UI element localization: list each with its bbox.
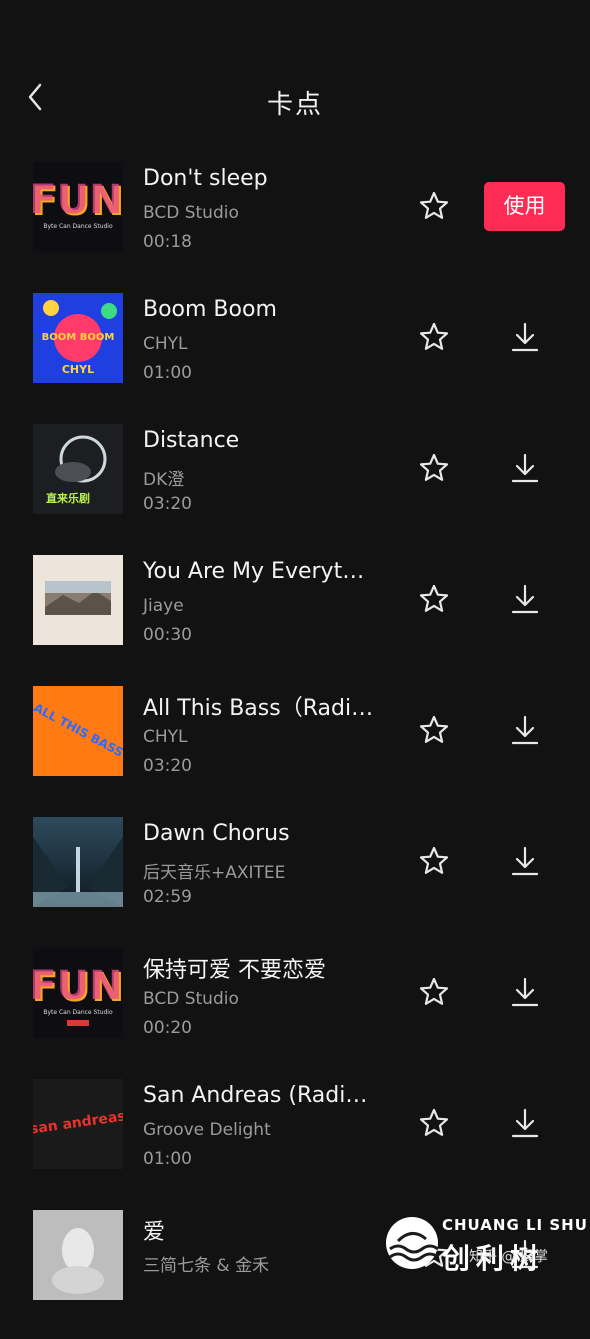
svg-text:Byte Can Dance Studio: Byte Can Dance Studio xyxy=(43,1009,113,1016)
star-icon xyxy=(419,1108,449,1136)
song-row[interactable]: FUN FUN Byte Can Dance Studio Don't slee… xyxy=(0,160,590,291)
song-row[interactable]: Dawn Chorus 后天音乐+AXITEE 02:59 xyxy=(0,815,590,946)
song-title: San Andreas (Radio... xyxy=(143,1083,378,1108)
song-list: FUN FUN Byte Can Dance Studio Don't slee… xyxy=(0,160,590,1339)
album-cover: ALL THIS BASS xyxy=(33,686,123,776)
watermark-top-text: CHUANG LI SHU xyxy=(442,1216,588,1234)
watermark-small-text: 知乎 @ 辰掌 xyxy=(469,1249,548,1265)
favorite-button[interactable] xyxy=(418,714,450,746)
song-artist: BCD Studio xyxy=(143,989,239,1009)
svg-text:FUN: FUN xyxy=(33,177,123,223)
star-icon xyxy=(419,453,449,481)
song-duration: 03:20 xyxy=(143,756,192,776)
song-duration: 02:59 xyxy=(143,887,192,907)
song-title: 保持可爱 不要恋爱 xyxy=(143,958,326,983)
song-artist: 后天音乐+AXITEE xyxy=(143,863,286,883)
album-cover: FUN FUN Byte Can Dance Studio xyxy=(33,162,123,252)
song-artist: CHYL xyxy=(143,334,188,354)
svg-text:Byte Can Dance Studio: Byte Can Dance Studio xyxy=(43,223,113,230)
favorite-button[interactable] xyxy=(418,976,450,1008)
song-duration: 00:20 xyxy=(143,1018,192,1038)
download-button[interactable] xyxy=(509,845,541,877)
download-icon xyxy=(511,977,539,1007)
download-button[interactable] xyxy=(509,1107,541,1139)
svg-text:直来乐剧: 直来乐剧 xyxy=(46,491,90,505)
song-artist: BCD Studio xyxy=(143,203,239,223)
download-icon xyxy=(511,1108,539,1138)
header: 卡点 xyxy=(0,0,590,160)
svg-text:BOOM BOOM: BOOM BOOM xyxy=(42,332,115,343)
download-button[interactable] xyxy=(509,976,541,1008)
song-row[interactable]: san andreas San Andreas (Radio... Groove… xyxy=(0,1077,590,1208)
favorite-button[interactable] xyxy=(418,1107,450,1139)
download-icon xyxy=(511,715,539,745)
download-button[interactable] xyxy=(509,583,541,615)
download-icon xyxy=(511,453,539,483)
song-duration: 00:18 xyxy=(143,232,192,252)
album-cover xyxy=(33,817,123,907)
favorite-button[interactable] xyxy=(418,452,450,484)
svg-text:CHYL: CHYL xyxy=(62,363,94,376)
star-icon xyxy=(419,584,449,612)
song-duration: 01:00 xyxy=(143,363,192,383)
star-icon xyxy=(419,846,449,874)
download-button[interactable] xyxy=(509,714,541,746)
song-title: Distance xyxy=(143,428,240,453)
song-artist: CHYL xyxy=(143,727,188,747)
download-icon xyxy=(511,322,539,352)
star-icon xyxy=(419,715,449,743)
star-icon xyxy=(419,977,449,1005)
song-duration: 03:20 xyxy=(143,494,192,514)
star-icon xyxy=(419,191,449,219)
song-row[interactable]: You Are My Everythin... Jiaye 00:30 xyxy=(0,553,590,684)
album-cover: BOOM BOOM CHYL xyxy=(33,293,123,383)
song-title: Boom Boom xyxy=(143,297,277,322)
download-icon xyxy=(511,846,539,876)
song-artist: DK澄 xyxy=(143,470,185,490)
star-icon xyxy=(419,322,449,350)
use-button[interactable]: 使用 xyxy=(484,182,565,231)
song-artist: Jiaye xyxy=(143,596,184,616)
song-artist: 三简七条 & 金禾 xyxy=(143,1256,270,1276)
album-cover xyxy=(33,1210,123,1300)
album-cover xyxy=(33,555,123,645)
song-title: Don't sleep xyxy=(143,166,268,191)
song-row[interactable]: BOOM BOOM CHYL Boom Boom CHYL 01:00 xyxy=(0,291,590,422)
favorite-button[interactable] xyxy=(418,845,450,877)
download-button[interactable] xyxy=(509,321,541,353)
download-icon xyxy=(511,584,539,614)
download-button[interactable] xyxy=(509,452,541,484)
watermark: CHUANG LI SHU 创利树 知乎 @ 辰掌 xyxy=(384,1213,590,1280)
song-row[interactable]: ALL THIS BASS All This Bass（Radio... CHY… xyxy=(0,684,590,815)
favorite-button[interactable] xyxy=(418,321,450,353)
favorite-button[interactable] xyxy=(418,190,450,222)
song-title: 爱 xyxy=(143,1220,166,1245)
svg-text:FUN: FUN xyxy=(33,963,123,1009)
page-title: 卡点 xyxy=(266,90,323,120)
song-title: All This Bass（Radio... xyxy=(143,696,378,721)
favorite-button[interactable] xyxy=(418,583,450,615)
song-title: You Are My Everythin... xyxy=(143,559,378,584)
watermark-logo-icon xyxy=(384,1213,444,1273)
album-cover: san andreas xyxy=(33,1079,123,1169)
album-cover: 直来乐剧 xyxy=(33,424,123,514)
song-title: Dawn Chorus xyxy=(143,821,290,846)
song-row[interactable]: 直来乐剧 Distance DK澄 03:20 xyxy=(0,422,590,553)
album-cover: FUN FUN Byte Can Dance Studio xyxy=(33,948,123,1038)
song-duration: 01:00 xyxy=(143,1149,192,1169)
song-duration: 00:30 xyxy=(143,625,192,645)
song-row[interactable]: FUN FUN Byte Can Dance Studio 保持可爱 不要恋爱 … xyxy=(0,946,590,1077)
song-artist: Groove Delight xyxy=(143,1120,271,1140)
